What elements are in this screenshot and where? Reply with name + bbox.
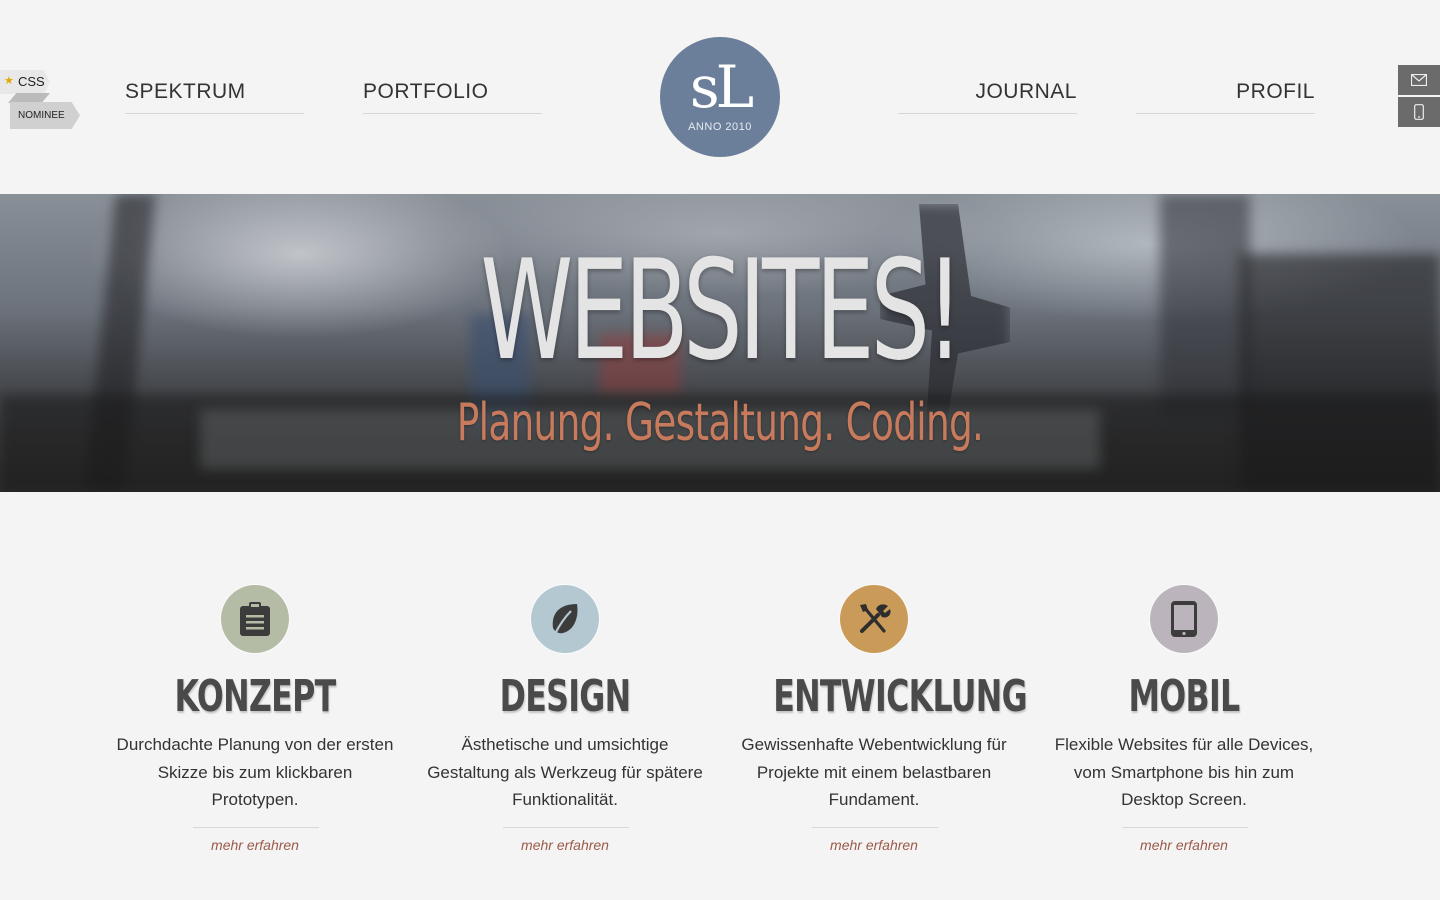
- css-nominee-badge[interactable]: ★ CSS NOMINEE: [0, 70, 80, 130]
- star-icon: ★: [4, 75, 14, 87]
- badge-ribbon: [8, 93, 50, 103]
- logo-subtitle: ANNO 2010: [688, 121, 752, 133]
- site-header: ★ CSS NOMINEE SPEKTRUM PORTFOLIO sL ANNO…: [0, 0, 1440, 194]
- phone-button[interactable]: [1398, 97, 1440, 127]
- leaf-icon: [552, 604, 578, 635]
- tablet-icon: [1171, 601, 1197, 637]
- feature-title: ENTWICKLUNG: [773, 671, 1027, 722]
- feature-icon-wrap: [1150, 585, 1218, 653]
- nav-portfolio[interactable]: PORTFOLIO: [363, 78, 542, 114]
- feature-icon-wrap: [531, 585, 599, 653]
- feature-title: MOBIL: [1128, 671, 1241, 722]
- feature-text: Durchdachte Planung von der ersten Skizz…: [116, 735, 394, 809]
- feature-icon-wrap: [840, 585, 908, 653]
- badge-nominee-label: NOMINEE: [10, 102, 80, 129]
- feature-icon-wrap: [221, 585, 289, 653]
- nav-profil[interactable]: PROFIL: [1136, 78, 1315, 114]
- feature-design: DESIGN Ästhetische und umsichtige Gestal…: [425, 585, 705, 865]
- feature-entwicklung: ENTWICKLUNG Gewissenhafte Webentwicklung…: [734, 585, 1028, 865]
- feature-more-link[interactable]: mehr erfahren: [115, 837, 395, 853]
- feature-mobil: MOBIL Flexible Websites für alle Devices…: [1044, 585, 1324, 865]
- feature-konzept: KONZEPT Durchdachte Planung von der erst…: [115, 585, 395, 865]
- site-logo[interactable]: sL ANNO 2010: [660, 37, 780, 157]
- feature-more-link[interactable]: mehr erfahren: [1044, 837, 1324, 853]
- feature-text: Ästhetische und umsichtige Gestaltung al…: [427, 735, 703, 809]
- hero-banner: WEBSITES! Planung. Gestaltung. Coding.: [0, 194, 1440, 492]
- hero-bg-right-structure: [1240, 254, 1440, 492]
- side-contact-tools: [1398, 65, 1440, 127]
- feature-text: Gewissenhafte Webentwicklung für Projekt…: [741, 735, 1007, 809]
- badge-css-text: CSS: [18, 74, 45, 89]
- hero-subtitle: Planung. Gestaltung. Coding.: [456, 393, 984, 453]
- logo-mark: sL: [689, 53, 754, 121]
- feature-title: DESIGN: [499, 671, 631, 722]
- nav-spektrum[interactable]: SPEKTRUM: [125, 78, 304, 114]
- feature-title: KONZEPT: [174, 671, 337, 722]
- badge-css-label: ★ CSS: [0, 70, 50, 94]
- hero-title: WEBSITES!: [480, 230, 963, 391]
- feature-more-link[interactable]: mehr erfahren: [734, 837, 1014, 853]
- feature-text: Flexible Websites für alle Devices, vom …: [1054, 735, 1314, 809]
- feature-divider: [1122, 827, 1248, 828]
- tools-icon: [860, 604, 891, 633]
- feature-divider: [193, 827, 319, 828]
- clipboard-icon: [240, 602, 270, 636]
- phone-icon: [1414, 104, 1424, 120]
- feature-more-link[interactable]: mehr erfahren: [425, 837, 705, 853]
- mail-button[interactable]: [1398, 65, 1440, 95]
- feature-divider: [812, 827, 938, 828]
- nav-journal[interactable]: JOURNAL: [898, 78, 1077, 114]
- mail-icon: [1411, 74, 1427, 86]
- feature-divider: [503, 827, 629, 828]
